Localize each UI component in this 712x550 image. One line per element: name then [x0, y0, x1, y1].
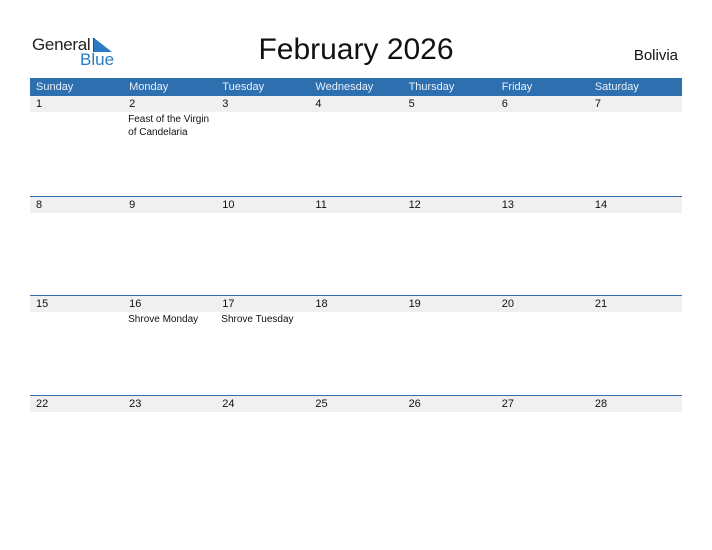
weeks-container: 1 2 Feast of the Virgin of Candelaria 3 4 5 6 7…: [30, 96, 682, 494]
country-label: Bolivia: [633, 47, 678, 64]
day-cell: 19: [402, 296, 496, 395]
day-number: 19: [402, 296, 496, 312]
day-number: 6: [495, 96, 589, 112]
week-days: 22 23 24 25 26 27 28: [30, 395, 682, 495]
weekday-saturday: Saturday: [594, 81, 639, 93]
day-cell: 21: [588, 296, 682, 395]
day-cell: 18: [309, 296, 403, 395]
day-cell: 25: [309, 395, 403, 495]
calendar-grid: Sunday Monday Tuesday Wednesday Thursday…: [30, 78, 682, 494]
day-number: 12: [402, 196, 496, 213]
day-cell: 17 Shrove Tuesday: [216, 296, 310, 395]
day-cell: 10: [216, 196, 310, 296]
day-number: 16: [123, 296, 217, 312]
day-number: 9: [123, 196, 217, 213]
day-cell: 6: [495, 96, 589, 195]
weekday-thursday: Thursday: [408, 81, 455, 93]
day-cell: 22: [30, 395, 124, 495]
day-cell: 13: [495, 196, 589, 296]
day-number: 27: [495, 395, 589, 412]
week-days: 15 16 Shrove Monday 17 Shrove Tuesday 18 19 20 2…: [30, 296, 682, 395]
day-cell: 14: [588, 196, 682, 296]
day-cell: 27: [495, 395, 589, 495]
week-row: 22 23 24 25 26 27 28: [30, 394, 682, 495]
day-cell: 1: [30, 96, 124, 195]
day-cell: 16 Shrove Monday: [123, 296, 217, 395]
day-number: 14: [588, 196, 682, 213]
week-row: 8 9 10 11 12 13 14: [30, 195, 682, 296]
day-number: 28: [588, 395, 682, 412]
day-number: 4: [309, 96, 403, 112]
weekday-header: Sunday Monday Tuesday Wednesday Thursday…: [30, 78, 682, 96]
week-row: 15 16 Shrove Monday 17 Shrove Tuesday 18 19 20 2…: [30, 295, 682, 395]
day-cell: 28: [588, 395, 682, 495]
day-cell: 23: [123, 395, 217, 495]
day-cell: 26: [402, 395, 496, 495]
page-title: February 2026: [258, 33, 454, 66]
day-number: 26: [402, 395, 496, 412]
day-cell: 24: [216, 395, 310, 495]
day-number: 3: [216, 96, 310, 112]
day-number: 7: [588, 96, 682, 112]
day-number: 22: [30, 395, 124, 412]
day-cell: 8: [30, 196, 124, 296]
day-number: 10: [216, 196, 310, 213]
day-cell: 12: [402, 196, 496, 296]
day-number: 2: [123, 96, 217, 112]
day-number: 24: [216, 395, 310, 412]
day-number: 8: [30, 196, 124, 213]
day-number: 11: [309, 196, 403, 213]
holiday-event: Shrove Monday: [128, 314, 199, 325]
day-cell: 9: [123, 196, 217, 296]
day-number: 21: [588, 296, 682, 312]
week-row: 1 2 Feast of the Virgin of Candelaria 3 4 5 6 7: [30, 96, 682, 196]
day-cell: 15: [30, 296, 124, 395]
week-days: 1 2 Feast of the Virgin of Candelaria 3 4 5 6 7: [30, 96, 682, 195]
day-number: 13: [495, 196, 589, 213]
day-cell: 20: [495, 296, 589, 395]
weekday-monday: Monday: [129, 81, 169, 93]
weekday-tuesday: Tuesday: [222, 81, 265, 93]
day-number: 25: [309, 395, 403, 412]
day-cell: 5: [402, 96, 496, 195]
day-number: 5: [402, 96, 496, 112]
day-number: 1: [30, 96, 124, 112]
day-cell: 4: [309, 96, 403, 195]
day-number: 17: [216, 296, 310, 312]
weekday-friday: Friday: [501, 81, 533, 93]
day-number: 15: [30, 296, 124, 312]
holiday-event: Shrove Tuesday: [221, 314, 294, 325]
day-cell: 11: [309, 196, 403, 296]
weekday-sunday: Sunday: [36, 81, 74, 93]
day-number: 18: [309, 296, 403, 312]
holiday-event: Feast of the Virgin of Candelaria: [128, 114, 210, 138]
day-number: 20: [495, 296, 589, 312]
day-cell: 7: [588, 96, 682, 195]
day-cell: 3: [216, 96, 310, 195]
day-cell: 2 Feast of the Virgin of Candelaria: [123, 96, 217, 195]
week-days: 8 9 10 11 12 13 14: [30, 196, 682, 296]
weekday-wednesday: Wednesday: [315, 81, 374, 93]
day-number: 23: [123, 395, 217, 412]
